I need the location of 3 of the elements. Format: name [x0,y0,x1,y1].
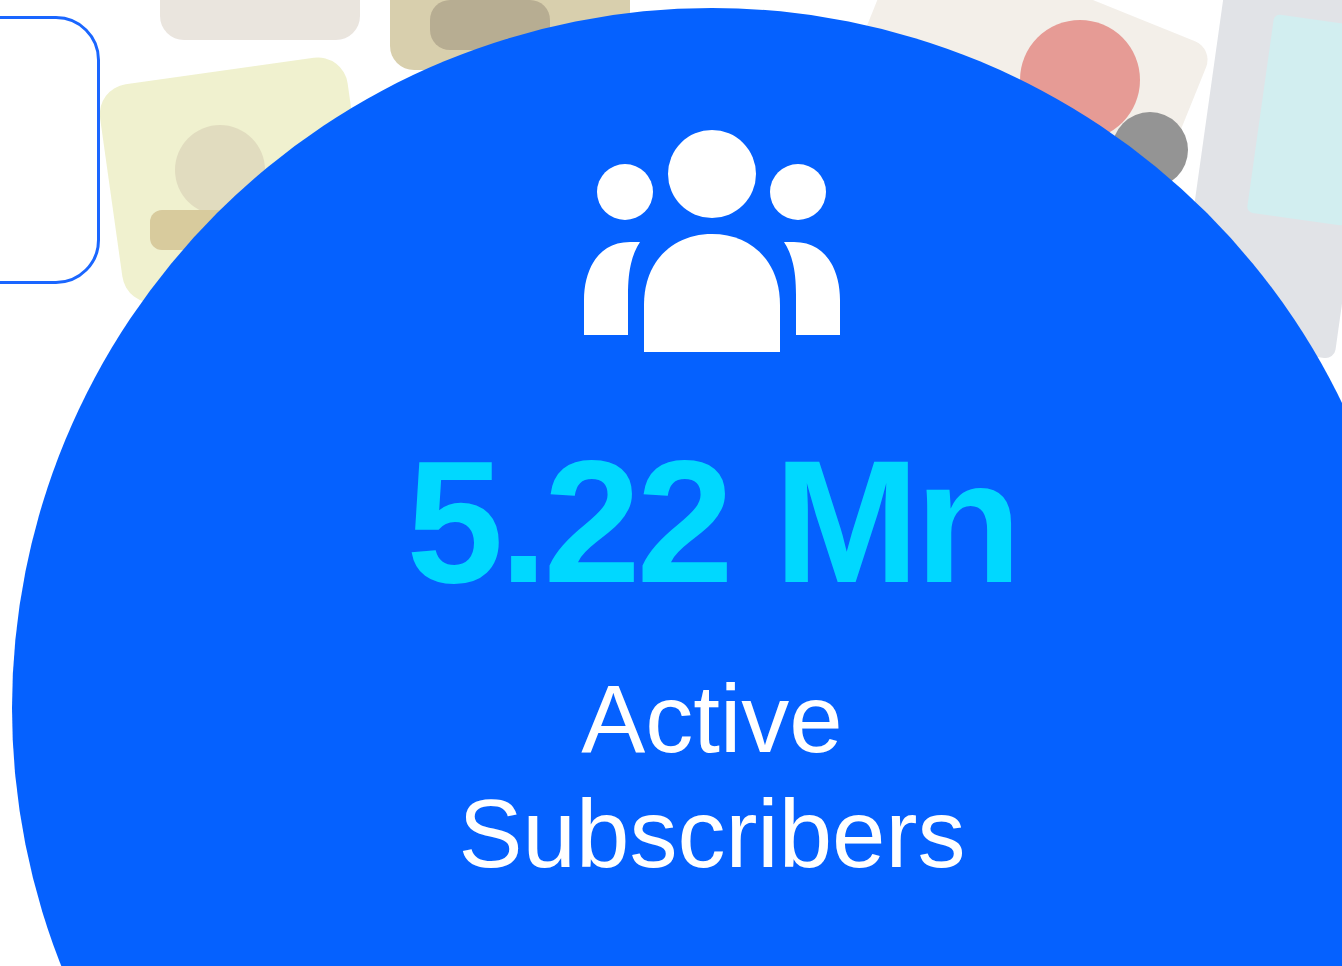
users-icon [584,130,840,354]
stat-value: 5.22 Mn [406,434,1018,609]
stat-label: Active Subscribers [457,664,967,890]
